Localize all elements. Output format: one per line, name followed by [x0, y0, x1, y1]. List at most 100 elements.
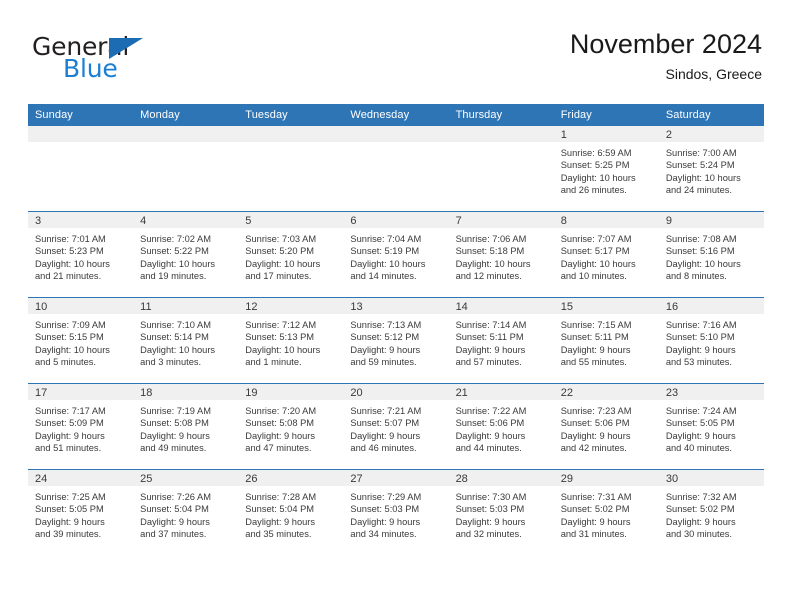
weekday-header-monday: Monday [133, 104, 239, 126]
sunrise-time: Sunrise: 7:07 AM [560, 234, 632, 244]
day-number: 27 [343, 470, 449, 486]
daylight-duration-line1: Daylight: 10 hours [665, 258, 741, 269]
calendar-day-cell[interactable]: 25 Sunrise: 7:26 AM Sunset: 5:04 PM Dayligh… [133, 469, 239, 555]
day-details: Sunrise: 7:24 AM Sunset: 5:05 PM Daylight:… [659, 400, 764, 455]
day-number: 10 [28, 298, 134, 314]
sunset-time: Sunset: 5:11 PM [560, 332, 629, 343]
day-number: 4 [133, 212, 239, 228]
calendar-day-cell[interactable]: 8 Sunrise: 7:07 AM Sunset: 5:17 PM Daylight… [553, 211, 659, 298]
page-subtitle-location: Sindos, Greece [665, 66, 763, 82]
daylight-duration-line2: and 31 minutes. [560, 529, 627, 540]
calendar-day-cell[interactable]: 11 Sunrise: 7:10 AM Sunset: 5:14 PM Dayligh… [133, 297, 239, 384]
calendar-day-cell[interactable]: 26 Sunrise: 7:28 AM Sunset: 5:04 PM Dayligh… [238, 469, 344, 555]
daylight-duration-line1: Daylight: 9 hours [560, 344, 631, 355]
sunset-time: Sunset: 5:06 PM [560, 418, 630, 429]
daylight-duration-line1: Daylight: 9 hours [350, 344, 421, 355]
day-number: 23 [658, 384, 764, 400]
sunrise-time: Sunrise: 7:26 AM [140, 492, 211, 502]
day-number: 15 [553, 298, 659, 314]
calendar-day-cell[interactable]: 17 Sunrise: 7:17 AM Sunset: 5:09 PM Dayligh… [28, 383, 134, 470]
calendar-day-cell[interactable]: 30 Sunrise: 7:32 AM Sunset: 5:02 PM Dayligh… [658, 469, 764, 555]
day-number: 12 [238, 298, 344, 314]
sunset-time: Sunset: 5:20 PM [245, 246, 315, 257]
daylight-duration-line1: Daylight: 10 hours [35, 258, 110, 269]
daylight-duration-line2: and 47 minutes. [245, 443, 312, 454]
page-title: November 2024 [569, 29, 762, 59]
calendar-day-cell[interactable]: 22 Sunrise: 7:23 AM Sunset: 5:06 PM Dayligh… [553, 383, 659, 470]
calendar-day-cell[interactable]: 10 Sunrise: 7:09 AM Sunset: 5:15 PM Dayligh… [28, 297, 134, 384]
calendar-week-row: 3 Sunrise: 7:01 AM Sunset: 5:23 PM Daylight… [28, 211, 764, 298]
sunrise-time: Sunrise: 7:04 AM [350, 234, 422, 244]
sunrise-time: Sunrise: 7:24 AM [665, 406, 737, 416]
sunset-time: Sunset: 5:22 PM [140, 246, 209, 257]
daylight-duration-line2: and 19 minutes. [140, 271, 207, 282]
calendar-day-cell[interactable]: 7 Sunrise: 7:06 AM Sunset: 5:18 PM Daylight… [448, 211, 554, 298]
calendar-day-cell[interactable]: 5 Sunrise: 7:03 AM Sunset: 5:20 PM Daylight… [238, 211, 344, 298]
sunrise-time: Sunrise: 6:59 AM [560, 148, 632, 158]
sunset-time: Sunset: 5:08 PM [140, 418, 209, 429]
sunrise-time: Sunrise: 7:16 AM [665, 320, 737, 330]
calendar-day-cell[interactable]: 4 Sunrise: 7:02 AM Sunset: 5:22 PM Daylight… [133, 211, 239, 298]
calendar-day-cell[interactable]: 9 Sunrise: 7:08 AM Sunset: 5:16 PM Daylight… [658, 211, 764, 298]
sunset-time: Sunset: 5:24 PM [665, 160, 735, 171]
calendar-day-cell[interactable]: 6 Sunrise: 7:04 AM Sunset: 5:19 PM Daylight… [343, 211, 449, 298]
sunrise-time: Sunrise: 7:32 AM [665, 492, 737, 502]
calendar-day-cell[interactable]: 14 Sunrise: 7:14 AM Sunset: 5:11 PM Dayligh… [448, 297, 554, 384]
day-details: Sunrise: 7:09 AM Sunset: 5:15 PM Daylight:… [28, 314, 133, 369]
general-blue-logo[interactable]: General Blue [32, 34, 232, 92]
calendar-day-cell[interactable]: 16 Sunrise: 7:16 AM Sunset: 5:10 PM Dayligh… [658, 297, 764, 384]
day-number: 9 [658, 212, 764, 228]
daylight-duration-line2: and 14 minutes. [350, 271, 417, 282]
sunset-time: Sunset: 5:15 PM [35, 332, 104, 343]
sunrise-time: Sunrise: 7:08 AM [665, 234, 737, 244]
calendar-day-cell[interactable]: 2 Sunrise: 7:00 AM Sunset: 5:24 PM Daylight… [658, 126, 764, 212]
calendar-day-cell[interactable]: 15 Sunrise: 7:15 AM Sunset: 5:11 PM Dayligh… [553, 297, 659, 384]
day-number: 17 [28, 384, 134, 400]
daylight-duration-line1: Daylight: 9 hours [245, 430, 316, 441]
day-details: Sunrise: 7:14 AM Sunset: 5:11 PM Daylight:… [449, 314, 554, 369]
calendar-day-cell[interactable]: 18 Sunrise: 7:19 AM Sunset: 5:08 PM Dayligh… [133, 383, 239, 470]
calendar-day-cell[interactable]: 21 Sunrise: 7:22 AM Sunset: 5:06 PM Dayligh… [448, 383, 554, 470]
calendar-day-cell[interactable]: 23 Sunrise: 7:24 AM Sunset: 5:05 PM Dayligh… [658, 383, 764, 470]
calendar-day-cell[interactable]: 28 Sunrise: 7:30 AM Sunset: 5:03 PM Dayligh… [448, 469, 554, 555]
calendar-day-cell[interactable]: 20 Sunrise: 7:21 AM Sunset: 5:07 PM Dayligh… [343, 383, 449, 470]
sunset-time: Sunset: 5:10 PM [665, 332, 735, 343]
calendar-day-cell[interactable]: 27 Sunrise: 7:29 AM Sunset: 5:03 PM Dayligh… [343, 469, 449, 555]
sunset-time: Sunset: 5:04 PM [245, 504, 315, 515]
calendar-body: 1 Sunrise: 6:59 AM Sunset: 5:25 PM Daylight… [28, 126, 764, 555]
sunrise-time: Sunrise: 7:02 AM [140, 234, 211, 244]
calendar-day-cell[interactable]: 29 Sunrise: 7:31 AM Sunset: 5:02 PM Dayligh… [553, 469, 659, 555]
day-number: 13 [343, 298, 449, 314]
sunset-time: Sunset: 5:04 PM [140, 504, 209, 515]
weekday-header-friday: Friday [553, 104, 659, 126]
daylight-duration-line2: and 24 minutes. [665, 185, 732, 196]
day-details: Sunrise: 7:23 AM Sunset: 5:06 PM Daylight:… [554, 400, 659, 455]
day-details: Sunrise: 7:08 AM Sunset: 5:16 PM Daylight:… [659, 228, 764, 283]
day-number [28, 126, 134, 142]
calendar-day-cell[interactable]: 19 Sunrise: 7:20 AM Sunset: 5:08 PM Dayligh… [238, 383, 344, 470]
daylight-duration-line1: Daylight: 10 hours [350, 258, 426, 269]
daylight-duration-line1: Daylight: 9 hours [665, 344, 736, 355]
sunset-time: Sunset: 5:07 PM [350, 418, 420, 429]
day-details: Sunrise: 7:16 AM Sunset: 5:10 PM Daylight:… [659, 314, 764, 369]
sunset-time: Sunset: 5:05 PM [35, 504, 104, 515]
day-number: 19 [238, 384, 344, 400]
daylight-duration-line2: and 1 minute. [245, 357, 302, 368]
daylight-duration-line2: and 12 minutes. [455, 271, 522, 282]
day-number: 11 [133, 298, 239, 314]
daylight-duration-line1: Daylight: 10 hours [560, 172, 636, 183]
daylight-duration-line2: and 59 minutes. [350, 357, 417, 368]
daylight-duration-line1: Daylight: 10 hours [35, 344, 110, 355]
calendar-day-cell[interactable]: 3 Sunrise: 7:01 AM Sunset: 5:23 PM Daylight… [28, 211, 134, 298]
daylight-duration-line2: and 37 minutes. [140, 529, 207, 540]
day-number [448, 126, 554, 142]
calendar-day-cell[interactable]: 13 Sunrise: 7:13 AM Sunset: 5:12 PM Dayligh… [343, 297, 449, 384]
daylight-duration-line2: and 40 minutes. [665, 443, 732, 454]
sunrise-time: Sunrise: 7:29 AM [350, 492, 422, 502]
day-number: 3 [28, 212, 134, 228]
calendar-day-cell[interactable]: 1 Sunrise: 6:59 AM Sunset: 5:25 PM Daylight… [553, 126, 659, 212]
calendar-day-cell[interactable]: 12 Sunrise: 7:12 AM Sunset: 5:13 PM Dayligh… [238, 297, 344, 384]
sunrise-time: Sunrise: 7:15 AM [560, 320, 632, 330]
day-number: 16 [658, 298, 764, 314]
calendar-day-cell[interactable]: 24 Sunrise: 7:25 AM Sunset: 5:05 PM Dayligh… [28, 469, 134, 555]
